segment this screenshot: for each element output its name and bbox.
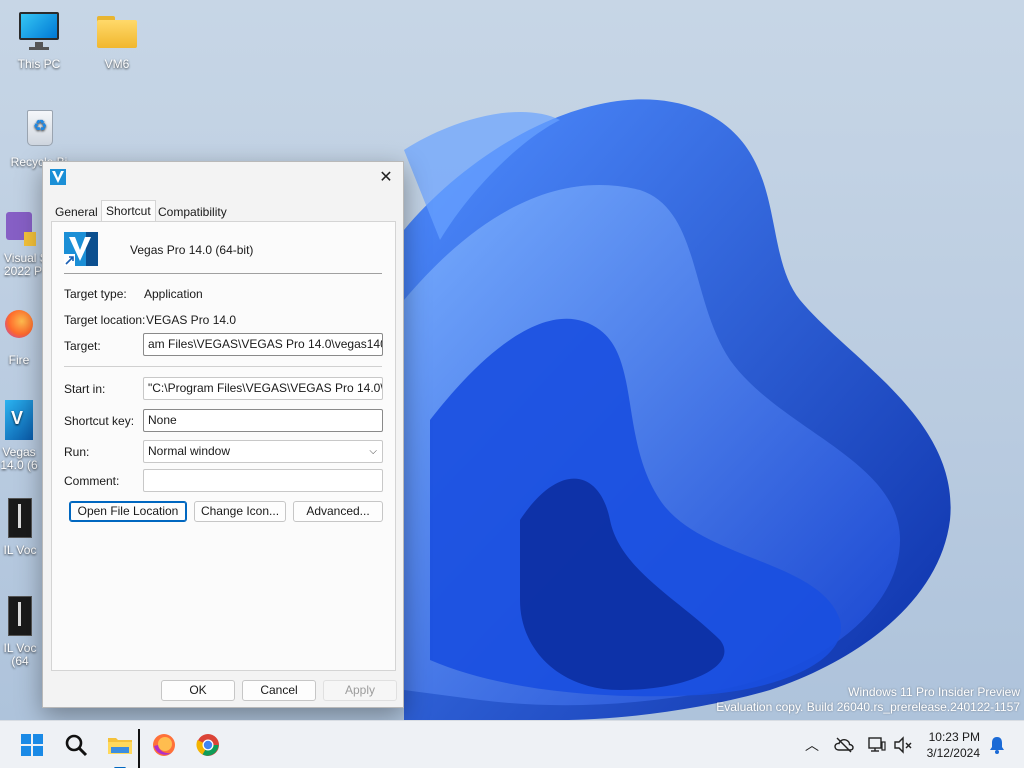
run-select[interactable]: Normal window ⌵ bbox=[143, 440, 383, 463]
target-location-value: VEGAS Pro 14.0 bbox=[146, 313, 237, 327]
onedrive-tray-button[interactable] bbox=[828, 729, 860, 761]
watermark-line-1: Windows 11 Pro Insider Preview bbox=[848, 685, 1020, 699]
open-file-location-button[interactable]: Open File Location bbox=[69, 501, 187, 522]
run-label: Run: bbox=[64, 445, 90, 459]
comment-label: Comment: bbox=[64, 474, 120, 488]
tab-shortcut[interactable]: Shortcut bbox=[101, 200, 156, 222]
recycle-bin-icon: ♻ bbox=[15, 108, 63, 152]
cloud-off-icon bbox=[834, 737, 854, 753]
advanced-button[interactable]: Advanced... bbox=[293, 501, 383, 522]
watermark-line-2: Evaluation copy. Build 26040.rs_prerelea… bbox=[716, 700, 1020, 714]
visual-studio-icon bbox=[4, 208, 36, 252]
dialog-title-bar[interactable]: ✕ bbox=[43, 162, 403, 192]
divider bbox=[64, 366, 382, 367]
desktop-icon-recycle-bin[interactable]: ♻ Recycle Bi bbox=[0, 108, 78, 169]
evaluation-watermark: Windows 11 Pro Insider Preview Evaluatio… bbox=[716, 685, 1020, 715]
divider bbox=[64, 273, 382, 274]
il-vocal-icon bbox=[4, 594, 36, 638]
desktop-icon-label: Vegas 14.0 (6 bbox=[0, 445, 38, 472]
close-button[interactable]: ✕ bbox=[369, 162, 403, 192]
comment-field[interactable] bbox=[143, 469, 383, 492]
desktop-icon-vegas[interactable]: V Vegas 14.0 (6 bbox=[0, 398, 44, 472]
folder-icon bbox=[108, 738, 132, 754]
start-in-label: Start in: bbox=[64, 382, 106, 396]
start-in-field[interactable]: "C:\Program Files\VEGAS\VEGAS Pro 14.0\" bbox=[143, 377, 383, 400]
notifications-button[interactable] bbox=[984, 729, 1010, 761]
properties-dialog: ✕ General Shortcut Compatibility Vegas P… bbox=[42, 161, 404, 708]
il-vocal-icon bbox=[4, 496, 36, 540]
shortcut-key-field[interactable]: None bbox=[143, 409, 383, 432]
change-icon-button[interactable]: Change Icon... bbox=[194, 501, 286, 522]
search-icon bbox=[65, 734, 88, 757]
desktop-icon-vm6[interactable]: VM6 bbox=[78, 10, 156, 71]
target-location-label: Target location: bbox=[64, 313, 146, 327]
windows-logo-icon bbox=[21, 734, 43, 756]
desktop-icon-il-vocal-64[interactable]: IL Voc (64 bbox=[0, 594, 46, 668]
tab-compatibility[interactable]: Compatibility bbox=[154, 204, 231, 222]
show-hidden-icons-button[interactable]: ︿ bbox=[796, 729, 828, 761]
desktop-icon-label: IL Voc (64 bbox=[3, 641, 37, 668]
clock-time: 10:23 PM bbox=[928, 730, 980, 744]
taskbar: ︿ 10:23 PM 3/12/2024 bbox=[0, 720, 1024, 768]
vegas-icon bbox=[64, 232, 98, 266]
volume-tray-button[interactable] bbox=[888, 729, 918, 761]
search-button[interactable] bbox=[60, 729, 92, 761]
vegas-icon: V bbox=[3, 398, 35, 442]
target-label: Target: bbox=[64, 339, 101, 353]
apply-button[interactable]: Apply bbox=[323, 680, 397, 701]
shortcut-panel: Vegas Pro 14.0 (64-bit) Target type: App… bbox=[51, 221, 396, 671]
bell-icon bbox=[990, 737, 1004, 754]
vegas-icon bbox=[50, 169, 66, 185]
desktop-icon-label: Fire bbox=[8, 353, 30, 367]
taskbar-file-explorer[interactable] bbox=[104, 729, 140, 768]
network-icon bbox=[868, 737, 886, 752]
chevron-down-icon: ⌵ bbox=[369, 446, 377, 457]
chrome-icon bbox=[196, 734, 219, 756]
ok-button[interactable]: OK bbox=[161, 680, 235, 701]
volume-muted-icon bbox=[894, 736, 912, 754]
desktop-icon-this-pc[interactable]: This PC bbox=[0, 10, 78, 71]
app-name: Vegas Pro 14.0 (64-bit) bbox=[130, 243, 254, 257]
firefox-icon bbox=[3, 306, 35, 350]
text-cursor bbox=[138, 729, 140, 768]
target-type-value: Application bbox=[144, 287, 203, 301]
desktop-icon-il-vocal[interactable]: IL Voc bbox=[0, 496, 46, 557]
firefox-icon bbox=[153, 734, 175, 756]
target-type-label: Target type: bbox=[64, 287, 127, 301]
cancel-button[interactable]: Cancel bbox=[242, 680, 316, 701]
run-select-value: Normal window bbox=[148, 444, 231, 458]
monitor-icon bbox=[15, 10, 63, 54]
folder-icon bbox=[93, 10, 141, 54]
shortcut-key-label: Shortcut key: bbox=[64, 414, 135, 428]
taskbar-firefox[interactable] bbox=[148, 729, 180, 761]
desktop-icon-firefox[interactable]: Fire bbox=[0, 306, 44, 367]
clock-date: 3/12/2024 bbox=[926, 746, 980, 760]
tab-general[interactable]: General bbox=[51, 204, 102, 222]
chevron-up-icon: ︿ bbox=[805, 737, 819, 753]
desktop-icon-label: IL Voc bbox=[3, 543, 37, 557]
taskbar-chrome[interactable] bbox=[192, 729, 224, 761]
start-button[interactable] bbox=[16, 729, 48, 761]
desktop-icon-label: VM6 bbox=[104, 57, 130, 71]
close-icon: ✕ bbox=[379, 169, 393, 186]
desktop-icon-label: This PC bbox=[17, 57, 61, 71]
target-field[interactable]: am Files\VEGAS\VEGAS Pro 14.0\vegas140.e… bbox=[143, 333, 383, 356]
system-clock[interactable]: 10:23 PM 3/12/2024 bbox=[927, 729, 980, 761]
